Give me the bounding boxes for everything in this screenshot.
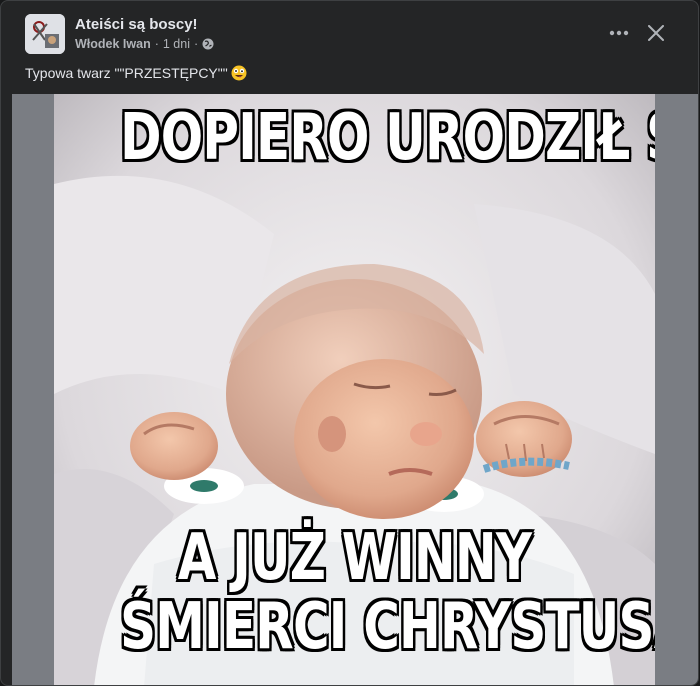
crazy-face-emoji-icon bbox=[231, 65, 247, 81]
meme-bottom-line-2: ŚMIERCI CHRYSTUSA bbox=[120, 590, 655, 664]
close-icon bbox=[648, 25, 664, 41]
group-name[interactable]: Ateiści są boscy! bbox=[75, 16, 198, 33]
post-media[interactable]: DOPIERO URODZIŁ SIĘ A JUŻ WINNY ŚMIERCI … bbox=[12, 94, 698, 685]
post-caption: Typowa twarz ""PRZESTĘPCY"" bbox=[25, 65, 247, 81]
close-button[interactable] bbox=[641, 18, 671, 48]
meta-separator: · bbox=[193, 37, 199, 51]
meme-bottom-line-1: A JUŻ WINNY bbox=[177, 521, 532, 595]
meme-image[interactable]: DOPIERO URODZIŁ SIĘ A JUŻ WINNY ŚMIERCI … bbox=[54, 94, 655, 685]
caption-text: Typowa twarz ""PRZESTĘPCY"" bbox=[25, 65, 228, 81]
meta-separator: · bbox=[154, 37, 159, 51]
author-name[interactable]: Włodek Iwan bbox=[75, 37, 151, 51]
post-meta: Włodek Iwan · 1 dni · bbox=[75, 37, 214, 51]
post-card: Ateiści są boscy! Włodek Iwan · 1 dni · … bbox=[0, 0, 699, 686]
group-avatar[interactable] bbox=[25, 14, 65, 54]
more-options-button[interactable] bbox=[605, 19, 633, 47]
globe-icon bbox=[202, 38, 214, 50]
meme-top-text: DOPIERO URODZIŁ SIĘ bbox=[120, 101, 655, 175]
more-icon bbox=[609, 30, 629, 36]
post-time[interactable]: 1 dni bbox=[163, 37, 190, 51]
